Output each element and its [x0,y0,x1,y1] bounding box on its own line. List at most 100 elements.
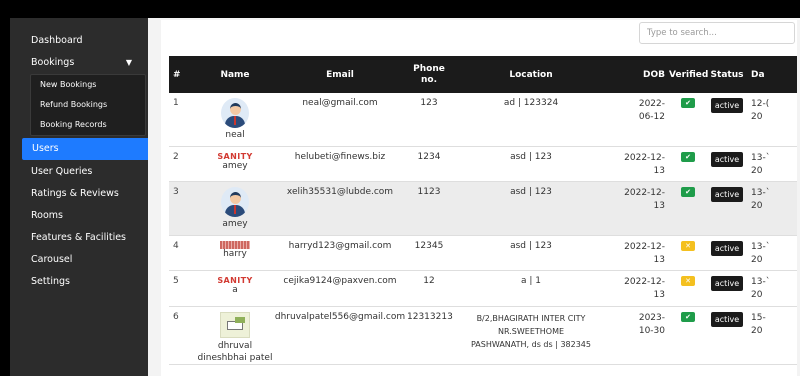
status-toggle-button[interactable]: active [710,275,744,291]
sidebar-item-features-facilities[interactable]: Features & Facilities [10,227,148,249]
date-cell: 13-` 20 [747,235,797,271]
dob-cell: 2022-12- 13 [611,181,669,236]
location-cell: B/2,BHAGIRATH INTER CITY NR.SWEETHOME PA… [451,306,611,365]
name-cell: amey [197,181,273,236]
phone-cell: 12313213 [407,306,453,365]
location-cell: a | 1 [451,270,611,307]
name-cell: SANITY amey [197,146,273,182]
status-toggle-button[interactable]: active [710,98,744,113]
date-cell: 13-` 20 [747,181,797,236]
search-input[interactable] [639,22,795,44]
row-number: 2 [169,146,197,182]
verified-check-icon: ✔ [681,311,695,322]
sidebar-item-user-queries[interactable]: User Queries [10,161,148,183]
status-toggle-button[interactable]: active [710,311,744,327]
unverified-x-icon: ✕ [681,240,695,251]
date-cell: 13-` 20 [747,146,797,182]
users-table: # Name Email Phone no. Location DOB Veri… [169,56,797,365]
col-header-phone: Phone no. [413,63,445,85]
screen-frame: Dashboard Bookings ▼ New Bookings Refund … [0,0,800,376]
row-number: 4 [169,235,197,271]
table-row: 4 harry harryd123@gmail.com 12345 asd | … [169,235,797,271]
location-cell: asd | 123 [451,235,611,271]
email-cell: helubeti@finews.biz [273,146,407,182]
main-content: # Name Email Phone no. Location DOB Veri… [148,18,800,376]
col-header-number: # [173,69,181,80]
sidebar-item-dashboard[interactable]: Dashboard [10,30,148,52]
date-cell: 15- 20 [747,306,797,365]
table-row: 3 amey xelih35531@lubde.com 1123 asd | 1… [169,181,797,236]
verified-cell: ✕ [669,270,707,307]
sidebar: Dashboard Bookings ▼ New Bookings Refund … [10,18,152,376]
dob-cell: 2022- 06-12 [611,93,669,147]
verified-check-icon: ✔ [681,151,695,162]
verified-check-icon: ✔ [681,186,695,197]
sidebar-item-rooms[interactable]: Rooms [10,205,148,227]
col-header-date: Da [751,69,765,80]
status-cell: active [707,181,747,236]
col-header-dob: DOB [643,69,665,80]
row-number: 6 [169,306,197,365]
name-cell: dhruval dineshbhai patel [197,306,273,365]
sidebar-item-settings[interactable]: Settings [10,271,148,293]
user-name: a [232,284,238,295]
user-name: amey [222,160,248,171]
status-toggle-button[interactable]: active [710,186,744,202]
email-cell: harryd123@gmail.com [273,235,407,271]
avatar-man-icon [221,98,249,128]
date-cell: 12-( 20 [747,93,797,147]
verified-check-icon: ✔ [681,98,695,108]
phone-cell: 12 [407,270,451,307]
status-cell: active [707,235,747,271]
sidebar-item-label: Dashboard [31,35,83,46]
phone-cell: 12345 [407,235,451,271]
phone-cell: 123 [407,93,451,147]
user-name: dhruval dineshbhai patel [197,340,273,363]
sanity-logo-icon: SANITY [217,275,253,285]
phone-cell: 1234 [407,146,451,182]
caret-down-icon: ▼ [125,58,132,67]
location-cell: asd | 123 [451,181,611,236]
verified-cell: ✔ [669,306,707,365]
verified-cell: ✕ [669,235,707,271]
sidebar-item-label: Ratings & Reviews [31,188,119,199]
sidebar-item-carousel[interactable]: Carousel [10,249,148,271]
row-number: 3 [169,181,197,236]
table-row: 1 neal neal@gmail.com 123 ad | 123324 20… [169,93,797,147]
unverified-x-icon: ✕ [681,275,695,286]
col-header-status: Status [710,69,744,80]
user-name: harry [223,248,247,259]
status-cell: active [707,270,747,307]
avatar-man-icon [221,186,249,217]
dob-cell: 2022-12- 13 [611,146,669,182]
email-cell: cejika9124@paxven.com [273,270,407,307]
name-cell: SANITY a [197,270,273,307]
sidebar-item-ratings-reviews[interactable]: Ratings & Reviews [10,183,148,205]
sanity-logo-icon: SANITY [217,151,253,161]
dob-cell: 2022-12- 13 [611,235,669,271]
verified-cell: ✔ [669,181,707,236]
sidebar-item-label: Rooms [31,210,64,221]
table-row: 2 SANITY amey helubeti@finews.biz 1234 a… [169,146,797,182]
table-row: 6 dhruval dineshbhai patel dhruvalpatel5… [169,306,797,365]
submenu-item-booking-records[interactable]: Booking Records [31,115,147,135]
verified-cell: ✔ [669,146,707,182]
row-number: 1 [169,93,197,147]
user-name: amey [222,218,248,229]
sidebar-item-bookings[interactable]: Bookings ▼ [10,52,148,74]
submenu-item-new-bookings[interactable]: New Bookings [31,75,147,95]
sidebar-item-label: Settings [31,276,70,287]
submenu-item-refund-bookings[interactable]: Refund Bookings [31,95,147,115]
sidebar-item-label: Bookings [31,57,75,68]
status-cell: active [707,306,747,365]
col-header-verified: Verified [669,69,709,80]
status-toggle-button[interactable]: active [710,240,744,256]
col-header-email: Email [326,69,354,80]
dob-cell: 2023- 10-30 [611,306,669,365]
date-cell: 13-` 20 [747,270,797,307]
status-toggle-button[interactable]: active [710,151,744,167]
status-cell: active [707,93,747,147]
profile-photo-icon [220,311,250,338]
users-card: # Name Email Phone no. Location DOB Veri… [161,20,797,376]
sidebar-item-users[interactable]: Users [22,138,152,160]
